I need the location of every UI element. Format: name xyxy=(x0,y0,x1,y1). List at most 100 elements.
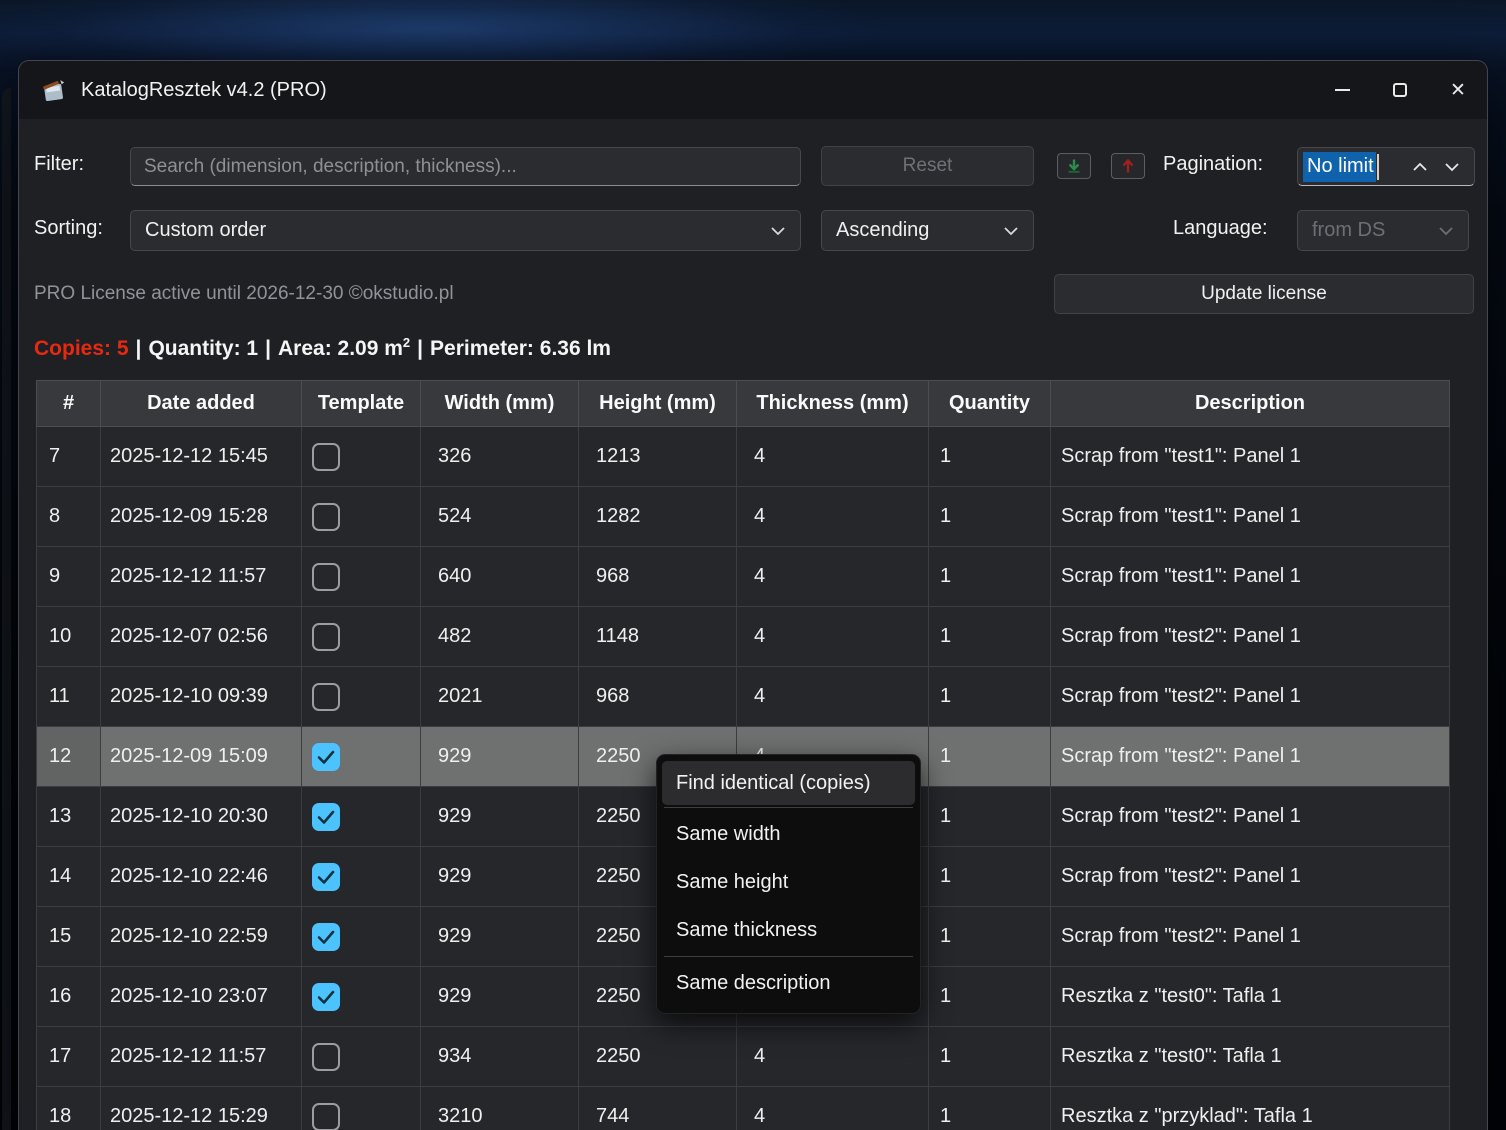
width-cell: 934 xyxy=(421,1027,579,1087)
template-cell xyxy=(302,847,421,907)
date-cell: 2025-12-09 15:28 xyxy=(101,487,302,547)
template-checkbox[interactable] xyxy=(312,923,340,951)
column-header[interactable]: Height (mm) xyxy=(579,381,737,427)
table-row[interactable]: 92025-12-12 11:5764096841Scrap from "tes… xyxy=(37,547,1450,607)
chevron-down-icon xyxy=(770,226,786,236)
window-title: KatalogResztek v4.2 (PRO) xyxy=(81,79,327,102)
import-button[interactable] xyxy=(1057,153,1091,179)
table-row[interactable]: 102025-12-07 02:56482114841Scrap from "t… xyxy=(37,607,1450,667)
description-cell: Scrap from "test2": Panel 1 xyxy=(1051,907,1450,967)
num-cell: 9 xyxy=(37,547,101,607)
date-cell: 2025-12-07 02:56 xyxy=(101,607,302,667)
column-header[interactable]: Date added xyxy=(101,381,302,427)
sorting-label: Sorting: xyxy=(34,217,103,240)
pagination-label: Pagination: xyxy=(1163,153,1263,176)
template-checkbox[interactable] xyxy=(312,1043,340,1071)
template-cell xyxy=(302,787,421,847)
description-cell: Scrap from "test1": Panel 1 xyxy=(1051,547,1450,607)
license-status: PRO License active until 2026-12-30 ©oks… xyxy=(34,283,454,305)
sorting-combobox[interactable]: Custom order xyxy=(130,210,801,251)
description-cell: Resztka z "test0": Tafla 1 xyxy=(1051,967,1450,1027)
filter-label: Filter: xyxy=(34,153,84,176)
column-header[interactable]: # xyxy=(37,381,101,427)
date-cell: 2025-12-10 23:07 xyxy=(101,967,302,1027)
minimize-button[interactable] xyxy=(1313,61,1371,119)
check-icon xyxy=(312,803,340,831)
thickness-cell: 4 xyxy=(737,427,929,487)
context-menu-item[interactable]: Same description xyxy=(662,959,915,1007)
context-menu-item[interactable]: Find identical (copies) xyxy=(662,761,915,805)
check-icon xyxy=(312,743,340,771)
num-cell: 15 xyxy=(37,907,101,967)
title-bar: KatalogResztek v4.2 (PRO) ✕ xyxy=(19,61,1487,119)
template-checkbox[interactable] xyxy=(312,1103,340,1130)
date-cell: 2025-12-09 15:09 xyxy=(101,727,302,787)
language-combobox[interactable]: from DS xyxy=(1297,210,1469,251)
spin-up-icon[interactable] xyxy=(1412,162,1428,172)
maximize-button[interactable] xyxy=(1371,61,1429,119)
pagination-spinbox[interactable]: No limit xyxy=(1297,147,1475,186)
width-cell: 640 xyxy=(421,547,579,607)
column-header[interactable]: Template xyxy=(302,381,421,427)
template-checkbox[interactable] xyxy=(312,743,340,771)
template-cell xyxy=(302,967,421,1027)
height-cell: 968 xyxy=(579,667,737,727)
quantity-cell: 1 xyxy=(929,667,1051,727)
context-menu-item[interactable]: Same height xyxy=(662,858,915,906)
template-cell xyxy=(302,907,421,967)
table-row[interactable]: 72025-12-12 15:45326121341Scrap from "te… xyxy=(37,427,1450,487)
height-cell: 1148 xyxy=(579,607,737,667)
description-cell: Scrap from "test2": Panel 1 xyxy=(1051,847,1450,907)
num-cell: 11 xyxy=(37,667,101,727)
template-checkbox[interactable] xyxy=(312,623,340,651)
column-header[interactable]: Description xyxy=(1051,381,1450,427)
thickness-cell: 4 xyxy=(737,667,929,727)
table-row[interactable]: 112025-12-10 09:39202196841Scrap from "t… xyxy=(37,667,1450,727)
template-checkbox[interactable] xyxy=(312,563,340,591)
stats-separator: | xyxy=(410,337,430,360)
reset-button[interactable]: Reset xyxy=(821,146,1034,186)
date-cell: 2025-12-10 22:59 xyxy=(101,907,302,967)
spin-down-icon[interactable] xyxy=(1444,162,1460,172)
template-checkbox[interactable] xyxy=(312,683,340,711)
chevron-down-icon xyxy=(1003,226,1019,236)
template-checkbox[interactable] xyxy=(312,803,340,831)
num-cell: 18 xyxy=(37,1087,101,1130)
date-cell: 2025-12-10 22:46 xyxy=(101,847,302,907)
stats-quantity: Quantity: 1 xyxy=(148,337,258,360)
num-cell: 13 xyxy=(37,787,101,847)
copies-label: Copies: xyxy=(34,337,111,360)
height-cell: 744 xyxy=(579,1087,737,1130)
template-checkbox[interactable] xyxy=(312,863,340,891)
stats-area: Area: 2.09 m xyxy=(278,337,403,360)
date-cell: 2025-12-10 09:39 xyxy=(101,667,302,727)
num-cell: 10 xyxy=(37,607,101,667)
table-row[interactable]: 182025-12-12 15:29321074441Resztka z "pr… xyxy=(37,1087,1450,1130)
column-header[interactable]: Width (mm) xyxy=(421,381,579,427)
quantity-cell: 1 xyxy=(929,427,1051,487)
table-row[interactable]: 82025-12-09 15:28524128241Scrap from "te… xyxy=(37,487,1450,547)
column-header[interactable]: Quantity xyxy=(929,381,1051,427)
search-input[interactable] xyxy=(130,147,801,186)
template-checkbox[interactable] xyxy=(312,983,340,1011)
quantity-cell: 1 xyxy=(929,967,1051,1027)
context-menu-item[interactable]: Same thickness xyxy=(662,906,915,954)
language-value: from DS xyxy=(1312,219,1385,242)
description-cell: Scrap from "test1": Panel 1 xyxy=(1051,427,1450,487)
quantity-cell: 1 xyxy=(929,787,1051,847)
description-cell: Scrap from "test2": Panel 1 xyxy=(1051,727,1450,787)
pagination-value: No limit xyxy=(1303,152,1376,182)
direction-combobox[interactable]: Ascending xyxy=(821,210,1034,251)
height-cell: 968 xyxy=(579,547,737,607)
export-button[interactable] xyxy=(1111,153,1145,179)
close-button[interactable]: ✕ xyxy=(1429,61,1487,119)
context-menu-item[interactable]: Same width xyxy=(662,810,915,858)
table-row[interactable]: 172025-12-12 11:57934225041Resztka z "te… xyxy=(37,1027,1450,1087)
num-cell: 14 xyxy=(37,847,101,907)
column-header[interactable]: Thickness (mm) xyxy=(737,381,929,427)
date-cell: 2025-12-12 11:57 xyxy=(101,1027,302,1087)
menu-separator xyxy=(664,807,913,808)
template-checkbox[interactable] xyxy=(312,503,340,531)
template-checkbox[interactable] xyxy=(312,443,340,471)
update-license-button[interactable]: Update license xyxy=(1054,274,1474,314)
